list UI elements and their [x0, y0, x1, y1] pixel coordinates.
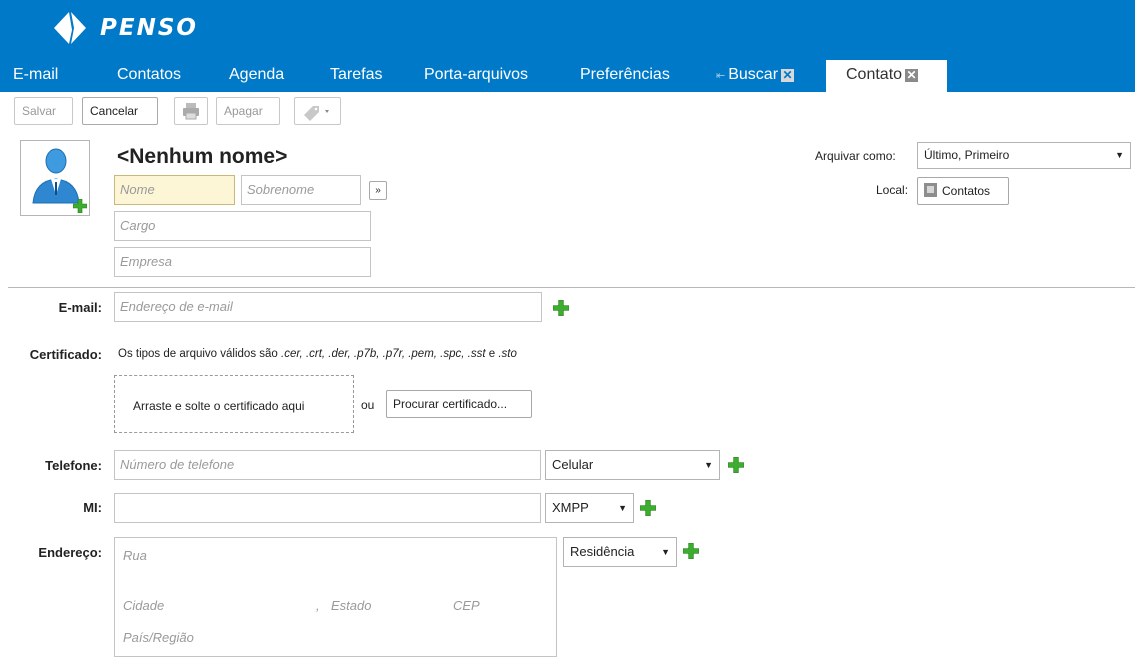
tab-label: Buscar [728, 66, 779, 83]
tag-icon [304, 106, 329, 121]
phone-label: Telefone: [45, 458, 102, 473]
or-text: ou [361, 398, 375, 412]
cancel-button[interactable]: Cancelar [82, 97, 158, 125]
chevron-down-icon: ▼ [661, 547, 670, 557]
certificate-drop-zone[interactable]: Arraste e solte o certificado aqui [114, 375, 354, 433]
add-photo-icon[interactable] [73, 199, 87, 213]
logo-icon [54, 12, 86, 44]
tab-label: Contato [846, 66, 903, 83]
file-as-select[interactable]: Último, Primeiro ▼ [917, 142, 1131, 169]
tab-label: Agenda [229, 66, 285, 83]
printer-icon [183, 103, 199, 120]
info-types: .cer, .crt, .der, .p7b, .p7r, .pem, .spc… [281, 348, 486, 360]
tag-button[interactable] [294, 97, 341, 125]
address-type-select[interactable]: Residência ▼ [563, 537, 677, 567]
placeholder: Sobrenome [247, 182, 315, 197]
certificate-info: Os tipos de arquivo válidos são .cer, .c… [118, 348, 517, 360]
print-button[interactable] [174, 97, 208, 125]
app-header: PENSO E-mail Contatos Agenda Tarefas Por… [0, 0, 1135, 92]
tab-tasks[interactable]: Tarefas [330, 60, 382, 92]
job-title-field[interactable]: Cargo [114, 211, 371, 241]
logo-text: PENSO [100, 15, 198, 41]
expand-name-button[interactable]: » [369, 181, 387, 200]
placeholder: Número de telefone [120, 457, 235, 472]
tab-email[interactable]: E-mail [13, 60, 58, 92]
penso-logo: PENSO [52, 10, 198, 46]
address-field[interactable]: Rua Cidade , Estado CEP País/Região [114, 537, 557, 657]
tab-contacts[interactable]: Contatos [117, 60, 181, 92]
certificate-label: Certificado: [29, 347, 102, 362]
city-placeholder: Cidade [123, 598, 165, 613]
email-label: E-mail: [58, 300, 102, 315]
contact-display-name: <Nenhum nome> [117, 145, 288, 168]
email-field[interactable]: Endereço de e-mail [114, 292, 542, 322]
tab-label: Porta-arquivos [424, 66, 529, 83]
section-divider [8, 287, 1135, 288]
tab-label: Contatos [117, 66, 182, 83]
add-email-icon[interactable] [553, 300, 569, 316]
select-value: Último, Primeiro [924, 148, 1010, 162]
phone-field[interactable]: Número de telefone [114, 450, 541, 480]
tab-label: Tarefas [330, 66, 383, 83]
chevron-down-icon: ▼ [704, 460, 713, 470]
first-name-field[interactable]: Nome [114, 175, 235, 205]
drop-zone-text: Arraste e solte o certificado aqui [133, 399, 305, 413]
avatar[interactable] [20, 140, 90, 216]
placeholder: Cargo [120, 218, 156, 233]
location-label: Local: [876, 183, 909, 197]
add-address-icon[interactable] [683, 543, 699, 559]
info-text: e [485, 348, 499, 360]
im-type-select[interactable]: XMPP ▼ [545, 493, 634, 523]
info-text: Os tipos de arquivo válidos são [118, 348, 282, 360]
address-label: Endereço: [38, 545, 102, 560]
location-button[interactable]: Contatos [917, 177, 1009, 205]
last-name-field[interactable]: Sobrenome [241, 175, 361, 205]
location-value: Contatos [942, 184, 991, 198]
save-button[interactable]: Salvar [14, 97, 73, 125]
tab-calendar[interactable]: Agenda [229, 60, 284, 92]
placeholder: Empresa [120, 254, 173, 269]
tab-contact[interactable]: Contato ✕ [826, 60, 947, 92]
close-icon[interactable]: ✕ [905, 69, 919, 82]
state-placeholder: Estado [331, 598, 372, 613]
placeholder: Nome [120, 182, 155, 197]
chevron-down-icon: ▼ [1115, 150, 1124, 160]
select-value: Residência [570, 544, 635, 559]
tab-preferences[interactable]: Preferências [580, 60, 670, 92]
street-placeholder: Rua [123, 548, 147, 563]
phone-type-select[interactable]: Celular ▼ [545, 450, 720, 480]
company-field[interactable]: Empresa [114, 247, 371, 277]
add-im-icon[interactable] [640, 500, 656, 516]
info-types: .sto [498, 348, 517, 360]
select-value: Celular [552, 457, 594, 472]
add-phone-icon[interactable] [728, 457, 744, 473]
tab-label: E-mail [13, 66, 59, 83]
arrow-left-icon: ⇤ [716, 70, 726, 82]
country-placeholder: País/Região [123, 630, 194, 645]
address-separator: , [316, 598, 320, 613]
tab-search[interactable]: ⇤ Buscar ✕ [716, 60, 795, 92]
chevron-down-icon: ▼ [618, 503, 627, 513]
zip-placeholder: CEP [453, 598, 480, 613]
select-value: XMPP [552, 500, 589, 515]
browse-certificate-button[interactable]: Procurar certificado... [386, 390, 532, 418]
tab-briefcase[interactable]: Porta-arquivos [424, 60, 528, 92]
close-icon[interactable]: ✕ [781, 69, 795, 82]
file-as-label: Arquivar como: [815, 149, 896, 163]
im-label: MI: [83, 500, 102, 515]
placeholder: Endereço de e-mail [120, 299, 233, 314]
delete-button[interactable]: Apagar [216, 97, 280, 125]
address-book-icon [924, 183, 937, 197]
tab-label: Preferências [580, 66, 670, 83]
im-field[interactable] [114, 493, 541, 523]
